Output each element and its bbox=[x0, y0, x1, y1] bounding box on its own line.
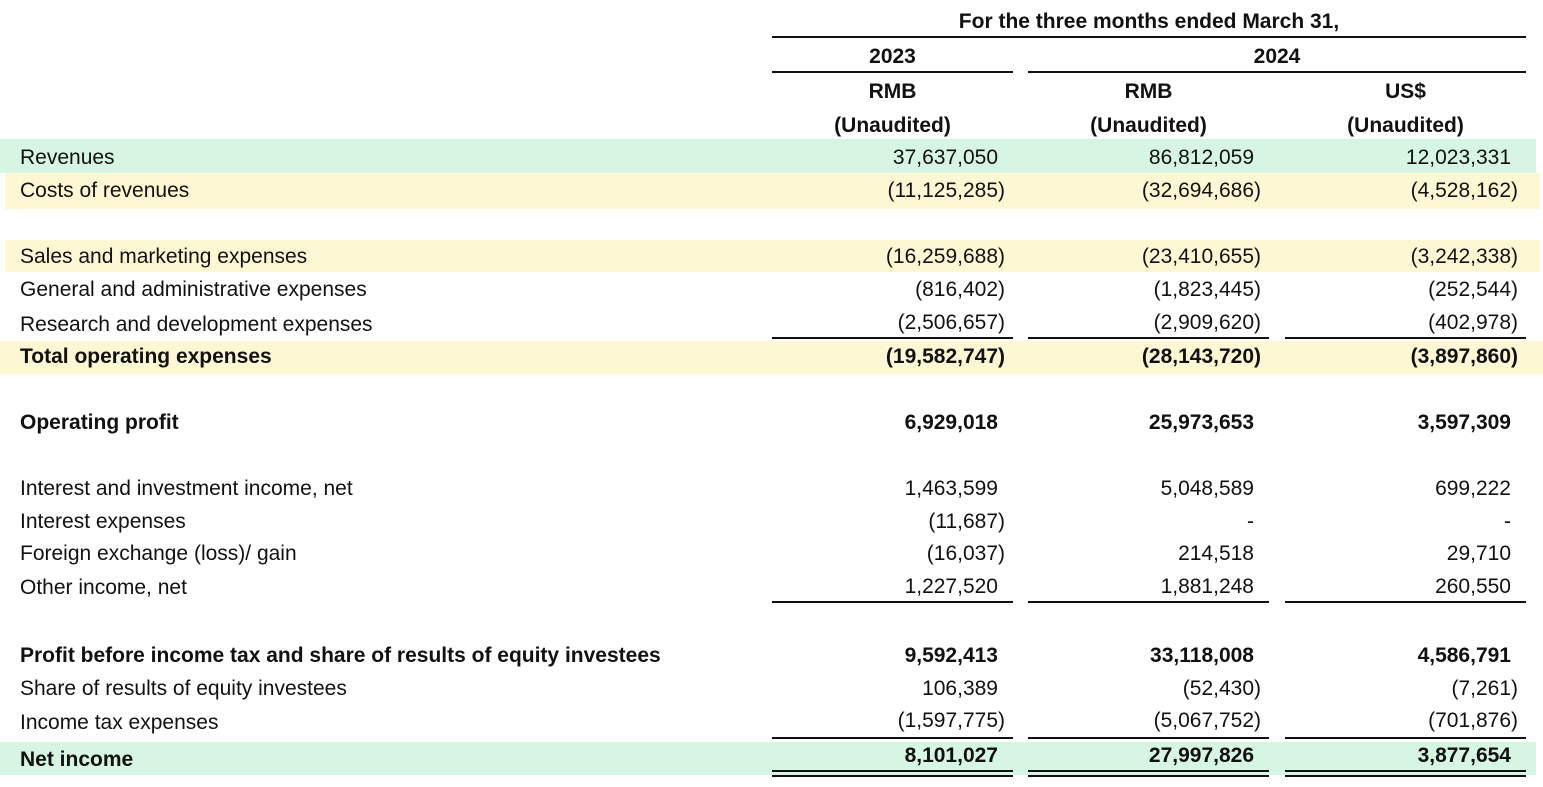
row-value-total-opex-2024-rmb: (28,143,720) bbox=[1141, 345, 1261, 368]
row-value-revenues-2023: 37,637,050 bbox=[892, 146, 998, 169]
row-value-interest-exp-2024-usd: - bbox=[1504, 510, 1511, 533]
subtotal-rule-col3 bbox=[1285, 337, 1526, 339]
row-value-total-opex-2023: (19,582,747) bbox=[885, 345, 1005, 368]
year-2023-underline bbox=[772, 71, 1013, 73]
row-value-net-income-2024-rmb: 27,997,826 bbox=[1148, 744, 1254, 767]
row-value-costs-2023: (11,125,285) bbox=[887, 179, 1005, 202]
row-label-general-admin: General and administrative expenses bbox=[20, 278, 367, 301]
row-value-interest-income-2023: 1,463,599 bbox=[904, 477, 998, 500]
row-label-total-operating-expenses: Total operating expenses bbox=[20, 345, 272, 368]
row-label-net-income: Net income bbox=[20, 748, 134, 771]
row-value-equity-2024-rmb: (52,430) bbox=[1182, 677, 1261, 700]
tax-rule-col2 bbox=[1028, 737, 1269, 739]
row-value-other-income-2024-rmb: 1,881,248 bbox=[1160, 575, 1254, 598]
col3-audit-status: (Unaudited) bbox=[1347, 114, 1464, 137]
row-value-interest-income-2024-rmb: 5,048,589 bbox=[1160, 477, 1254, 500]
period-header: For the three months ended March 31, bbox=[958, 10, 1340, 33]
row-label-interest-expenses: Interest expenses bbox=[20, 510, 186, 533]
year-2024-header: 2024 bbox=[1253, 45, 1301, 68]
row-value-fx-2024-usd: 29,710 bbox=[1446, 542, 1511, 565]
col3-currency: US$ bbox=[1385, 80, 1426, 103]
row-value-costs-2024-rmb: (32,694,686) bbox=[1141, 179, 1261, 202]
period-underline bbox=[772, 36, 1526, 38]
tax-rule-col1 bbox=[772, 737, 1013, 739]
row-value-fx-2023: (16,037) bbox=[926, 542, 1005, 565]
row-value-tax-2023: (1,597,775) bbox=[897, 709, 1005, 732]
row-value-sales-2024-usd: (3,242,338) bbox=[1410, 245, 1518, 268]
row-label-operating-profit: Operating profit bbox=[20, 411, 179, 434]
row-value-revenues-2024-usd: 12,023,331 bbox=[1405, 146, 1511, 169]
row-value-ga-2024-usd: (252,544) bbox=[1428, 278, 1518, 301]
col1-audit-status: (Unaudited) bbox=[834, 114, 951, 137]
row-label-revenues: Revenues bbox=[20, 146, 115, 169]
row-value-rd-2024-usd: (402,978) bbox=[1428, 311, 1518, 334]
year-2023-header: 2023 bbox=[869, 45, 916, 68]
row-value-total-opex-2024-usd: (3,897,860) bbox=[1410, 345, 1518, 368]
row-value-other-income-2023: 1,227,520 bbox=[904, 575, 998, 598]
net-income-double-rule-col3 bbox=[1285, 770, 1526, 777]
col2-currency: RMB bbox=[1124, 80, 1173, 103]
row-value-tax-2024-usd: (701,876) bbox=[1428, 709, 1518, 732]
year-2024-underline bbox=[1028, 71, 1526, 73]
tax-rule-col3 bbox=[1285, 737, 1526, 739]
row-value-sales-2023: (16,259,688) bbox=[885, 245, 1005, 268]
row-value-ga-2024-rmb: (1,823,445) bbox=[1153, 278, 1261, 301]
row-label-foreign-exchange: Foreign exchange (loss)/ gain bbox=[20, 542, 297, 565]
row-value-fx-2024-rmb: 214,518 bbox=[1178, 542, 1254, 565]
row-value-net-income-2023: 8,101,027 bbox=[904, 744, 998, 767]
row-value-equity-2024-usd: (7,261) bbox=[1451, 677, 1518, 700]
row-label-research-development: Research and development expenses bbox=[20, 313, 373, 336]
row-value-tax-2024-rmb: (5,067,752) bbox=[1153, 709, 1261, 732]
subtotal-rule-col1 bbox=[772, 337, 1013, 339]
row-value-op-profit-2024-usd: 3,597,309 bbox=[1417, 411, 1511, 434]
row-value-interest-income-2024-usd: 699,222 bbox=[1435, 477, 1511, 500]
col2-audit-status: (Unaudited) bbox=[1090, 114, 1207, 137]
row-label-profit-before-tax: Profit before income tax and share of re… bbox=[20, 644, 661, 667]
row-value-costs-2024-usd: (4,528,162) bbox=[1410, 179, 1518, 202]
row-value-pbt-2023: 9,592,413 bbox=[904, 644, 998, 667]
net-income-double-rule-col1 bbox=[772, 770, 1013, 777]
row-value-pbt-2024-usd: 4,586,791 bbox=[1417, 644, 1511, 667]
row-value-other-income-2024-usd: 260,550 bbox=[1435, 575, 1511, 598]
other-income-rule-col2 bbox=[1028, 601, 1269, 603]
row-value-equity-2023: 106,389 bbox=[922, 677, 998, 700]
row-label-income-tax: Income tax expenses bbox=[20, 711, 219, 734]
net-income-double-rule-col2 bbox=[1028, 770, 1269, 777]
other-income-rule-col3 bbox=[1285, 601, 1526, 603]
row-value-revenues-2024-rmb: 86,812,059 bbox=[1148, 146, 1254, 169]
row-value-pbt-2024-rmb: 33,118,008 bbox=[1150, 644, 1254, 667]
row-value-net-income-2024-usd: 3,877,654 bbox=[1417, 744, 1511, 767]
row-label-costs-of-revenues: Costs of revenues bbox=[20, 179, 190, 202]
row-value-interest-exp-2024-rmb: - bbox=[1247, 510, 1254, 533]
row-value-sales-2024-rmb: (23,410,655) bbox=[1141, 245, 1261, 268]
row-value-interest-exp-2023: (11,687) bbox=[928, 510, 1005, 533]
row-value-op-profit-2023: 6,929,018 bbox=[904, 411, 998, 434]
row-label-share-equity-investees: Share of results of equity investees bbox=[20, 677, 347, 700]
row-value-ga-2023: (816,402) bbox=[915, 278, 1005, 301]
col1-currency: RMB bbox=[868, 80, 917, 103]
subtotal-rule-col2 bbox=[1028, 337, 1269, 339]
other-income-rule-col1 bbox=[772, 601, 1013, 603]
row-label-other-income: Other income, net bbox=[20, 576, 187, 599]
row-value-rd-2024-rmb: (2,909,620) bbox=[1153, 311, 1261, 334]
row-value-op-profit-2024-rmb: 25,973,653 bbox=[1148, 411, 1254, 434]
row-label-sales-marketing: Sales and marketing expenses bbox=[20, 245, 308, 268]
row-value-rd-2023: (2,506,657) bbox=[897, 311, 1005, 334]
row-label-interest-investment-income: Interest and investment income, net bbox=[20, 477, 353, 500]
